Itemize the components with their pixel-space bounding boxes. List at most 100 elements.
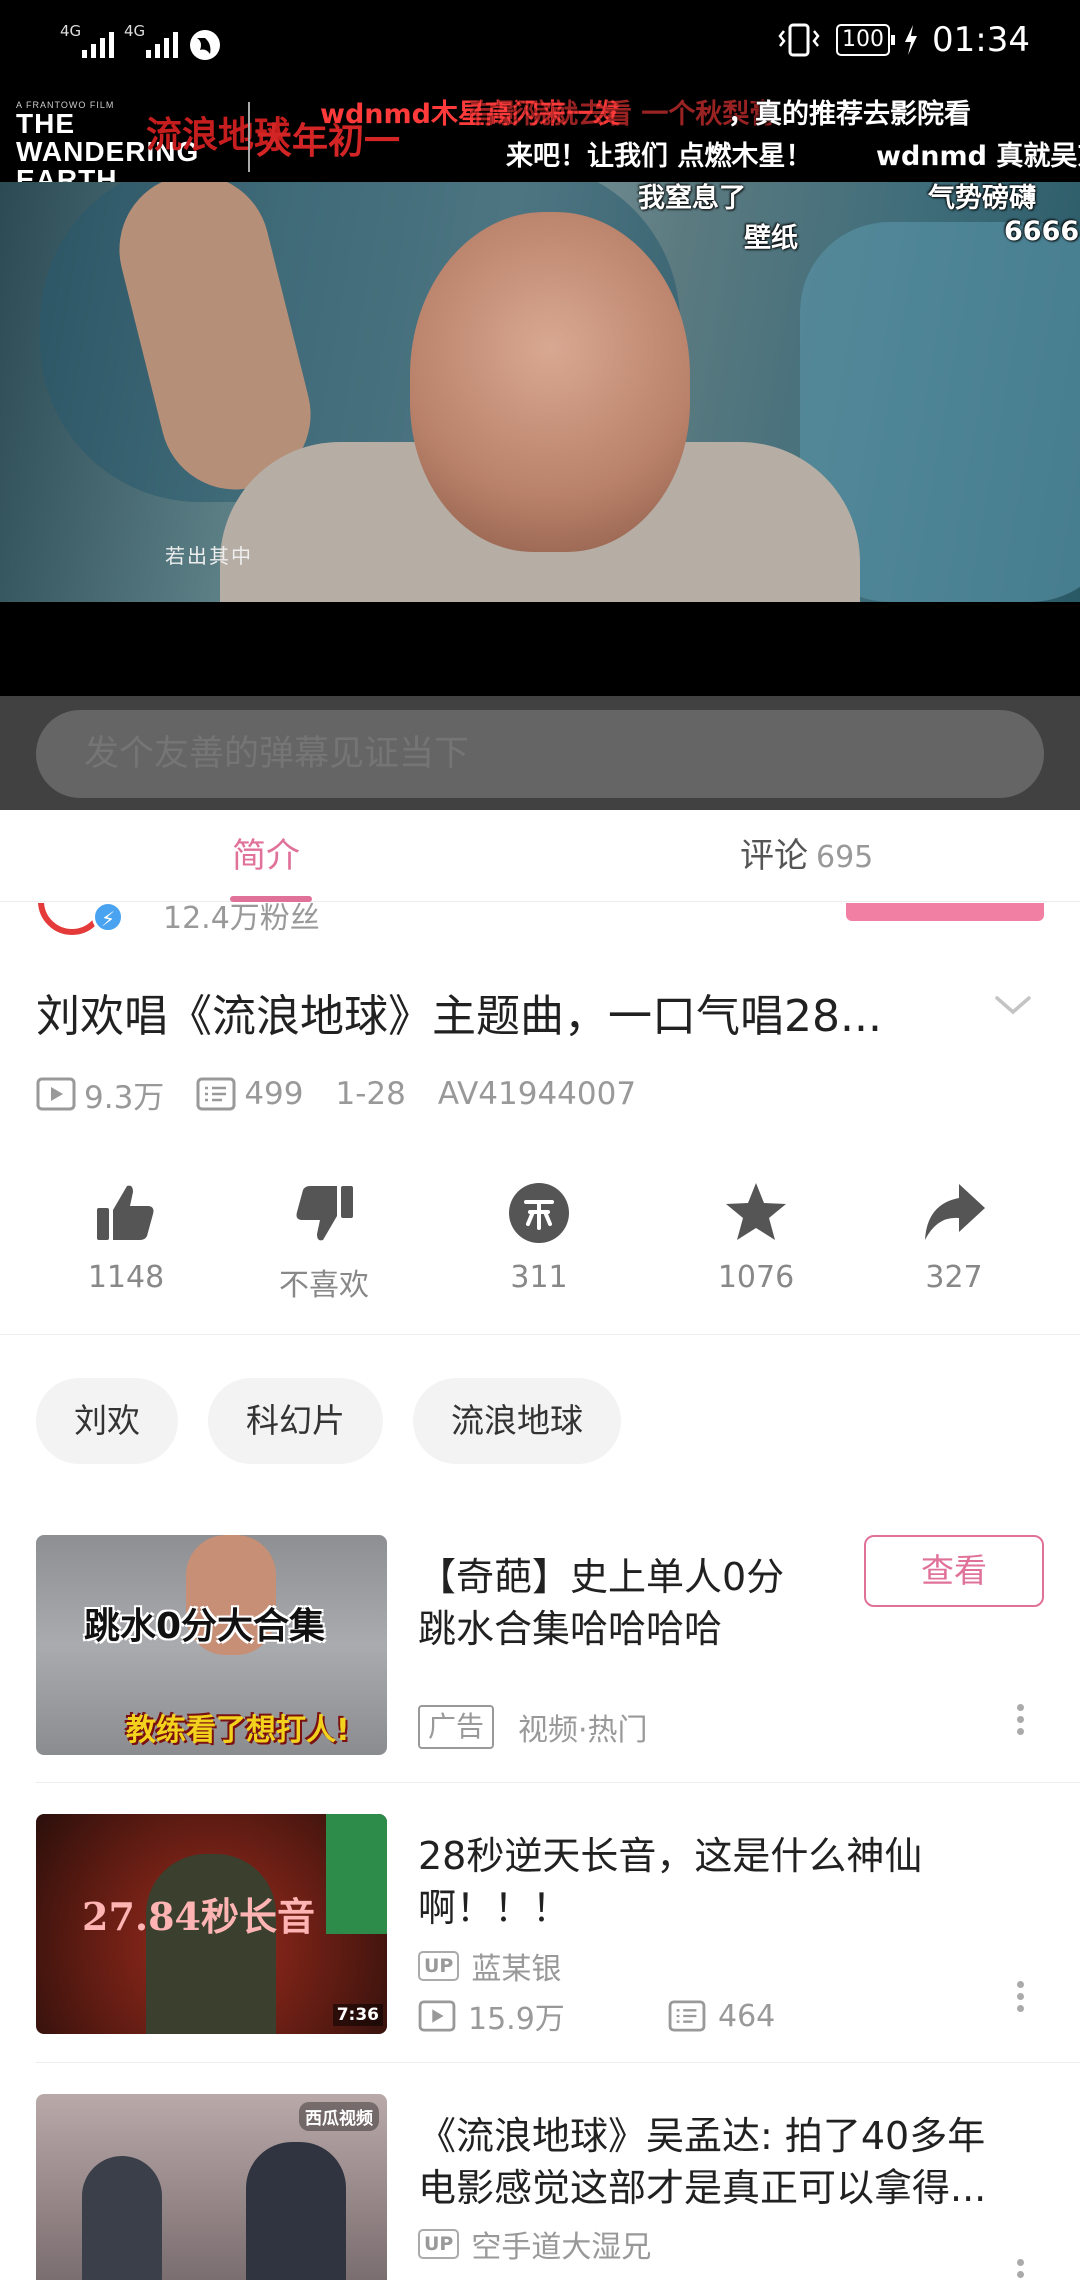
play-count: 9.3万 [84,1079,165,1116]
title-line: 电影感觉这部才是真正可以拿得... [418,2166,987,2210]
title-line: 28秒逆天长音，这是什么神仙 [418,1834,923,1878]
dislike-button[interactable]: 不喜欢 [244,1180,404,1304]
divider [36,1782,1080,1783]
play-count-icon [36,1077,76,1111]
danmaku-item: 壁纸 [744,223,798,254]
action-bar: 1148 不喜欢 311 1076 327 [0,1180,1080,1330]
verified-icon: ⚡ [92,903,124,933]
share-count: 327 [925,1260,983,1295]
danmaku-item: 我窒息了 [638,183,746,214]
publish-date: 1-28 [335,1076,406,1112]
scene-subtitle: 若出其中 [165,544,253,568]
recommendation-thumbnail[interactable]: 27.84秒长音 7:36 [36,1814,387,2034]
recommendation-item[interactable]: 27.84秒长音 7:36 28秒逆天长音，这是什么神仙 啊！！！ UP 蓝某银… [0,1814,1080,2092]
recommendation-stats: 15.9万 464 [418,1994,775,2038]
up-badge: UP [418,1951,460,1981]
logo-divider [248,102,250,172]
title-line: 《流浪地球》吴孟达: 拍了40多年 [418,2114,986,2158]
recommendation-uploader: UP 蓝某银 [418,1944,561,1988]
danmaku-count-icon [668,2000,706,2032]
video-meta: 9.3万 499 1-28 AV41944007 [36,1072,636,1116]
coin-count: 311 [510,1260,568,1295]
tag-list: 刘欢 科幻片 流浪地球 [36,1378,621,1464]
thumbnail-caption: 教练看了想打人! [126,1713,350,1748]
tab-underline [230,896,312,902]
coin-icon [509,1183,569,1243]
recommendation-thumbnail[interactable]: 跳水0分大合集 教练看了想打人! [36,1535,387,1755]
star-icon [726,1183,786,1240]
chevron-down-icon[interactable] [993,986,1033,1026]
more-options-icon[interactable] [1008,2254,1032,2280]
coin-button[interactable]: 311 [459,1180,619,1295]
fans-count: 12.4万粉丝 [163,903,320,935]
danmaku-item: 气势磅礴 [928,183,1036,214]
battery-indicator: 100 [836,24,896,56]
uploader-strip: ⚡ 12.4万粉丝 [0,903,1080,935]
danmaku-count: 499 [244,1076,304,1112]
recommendation-meta: 广告 视频·热门 [418,1705,648,1749]
share-button[interactable]: 327 [874,1180,1034,1295]
uploader-name: 空手道大湿兄 [471,2230,652,2265]
recommendation-title: 28秒逆天长音，这是什么神仙 啊！！！ [418,1830,922,1934]
status-bar: 4G 4G 100 01:34 [0,0,1080,90]
ad-badge: 广告 [418,1705,495,1749]
uploader-name: 蓝某银 [471,1952,562,1987]
danmaku-item: wdnmd 真就吴京 [876,141,1080,172]
signal-icon [82,28,114,58]
thumbnail-source-badge: 西瓜视频 [299,2102,379,2131]
more-options-icon[interactable] [1008,1976,1032,2036]
share-icon [925,1184,985,1240]
recommendation-uploader: UP 空手道大湿兄 [418,2222,651,2266]
title-line: 啊！！！ [418,1886,571,1930]
vpn-globe-icon [190,30,220,60]
charging-icon [905,25,918,55]
video-title: 刘欢唱《流浪地球》主题曲，一口气唱28... [36,991,882,1042]
danmaku-item: ，真的推荐去影院看 [728,99,971,130]
danmaku-input-bar [0,696,1080,810]
tab-comments[interactable]: 评论 695 [740,810,873,902]
recommendation-ad[interactable]: 跳水0分大合集 教练看了想打人! 【奇葩】史上单人0分 跳水合集哈哈哈哈 查看 … [0,1535,1080,1813]
danmaku-input[interactable] [36,710,1044,798]
divider [36,2062,1080,2063]
status-right: 100 01:34 [776,20,1030,60]
like-button[interactable]: 1148 [46,1180,206,1295]
thumbnail-caption: 27.84秒长音 [82,1894,315,1939]
comment-count: 695 [816,840,874,875]
favorite-button[interactable]: 1076 [676,1180,836,1295]
favorite-count: 1076 [717,1260,795,1295]
thumbnail-caption: 跳水0分大合集 [84,1606,326,1647]
tab-intro[interactable]: 简介 [232,810,300,902]
thumb-up-icon [97,1185,154,1240]
tag-chip[interactable]: 刘欢 [36,1378,178,1464]
recommendation-thumbnail[interactable]: 西瓜视频 [36,2094,387,2280]
thumb-down-icon [296,1186,353,1241]
title-line: 跳水合集哈哈哈哈 [418,1607,723,1651]
view-button[interactable]: 查看 [864,1535,1044,1607]
network-label-2: 4G [124,22,146,40]
danmaku-item: 6666 [1004,216,1080,247]
play-count-icon [418,2000,456,2032]
tag-chip[interactable]: 科幻片 [208,1378,383,1464]
play-count: 15.9万 [468,2002,565,2037]
signal-icon-2 [146,28,178,58]
video-frame[interactable]: 若出其中 [0,182,1080,602]
recommendation-title: 【奇葩】史上单人0分 跳水合集哈哈哈哈 [418,1551,784,1655]
recommendation-title: 《流浪地球》吴孟达: 拍了40多年 电影感觉这部才是真正可以拿得... [418,2110,986,2214]
title-line: 【奇葩】史上单人0分 [418,1555,785,1599]
tag-chip[interactable]: 流浪地球 [413,1378,621,1464]
follow-button[interactable] [846,903,1044,921]
actor-face [410,212,690,552]
more-options-icon[interactable] [1008,1699,1032,1759]
danmaku-item: 来吧！让我们 点燃木星！ [506,141,813,172]
network-label-1: 4G [60,22,82,40]
danmaku-count: 464 [718,1998,776,2034]
up-badge: UP [418,2229,460,2259]
like-count: 1148 [87,1260,165,1295]
movie-logo: A FRANTOWO FILM THE WANDERING EARTH 流浪地球… [16,100,400,194]
clock: 01:34 [932,20,1030,60]
video-player[interactable]: 4G 4G 100 01:34 A FRANTOWO FILM THE WAND… [0,0,1080,696]
divider [0,1334,1080,1335]
danmaku-count-icon [196,1077,236,1111]
video-duration: 7:36 [332,2004,383,2026]
recommendation-item[interactable]: 西瓜视频 《流浪地球》吴孟达: 拍了40多年 电影感觉这部才是真正可以拿得...… [0,2094,1080,2280]
